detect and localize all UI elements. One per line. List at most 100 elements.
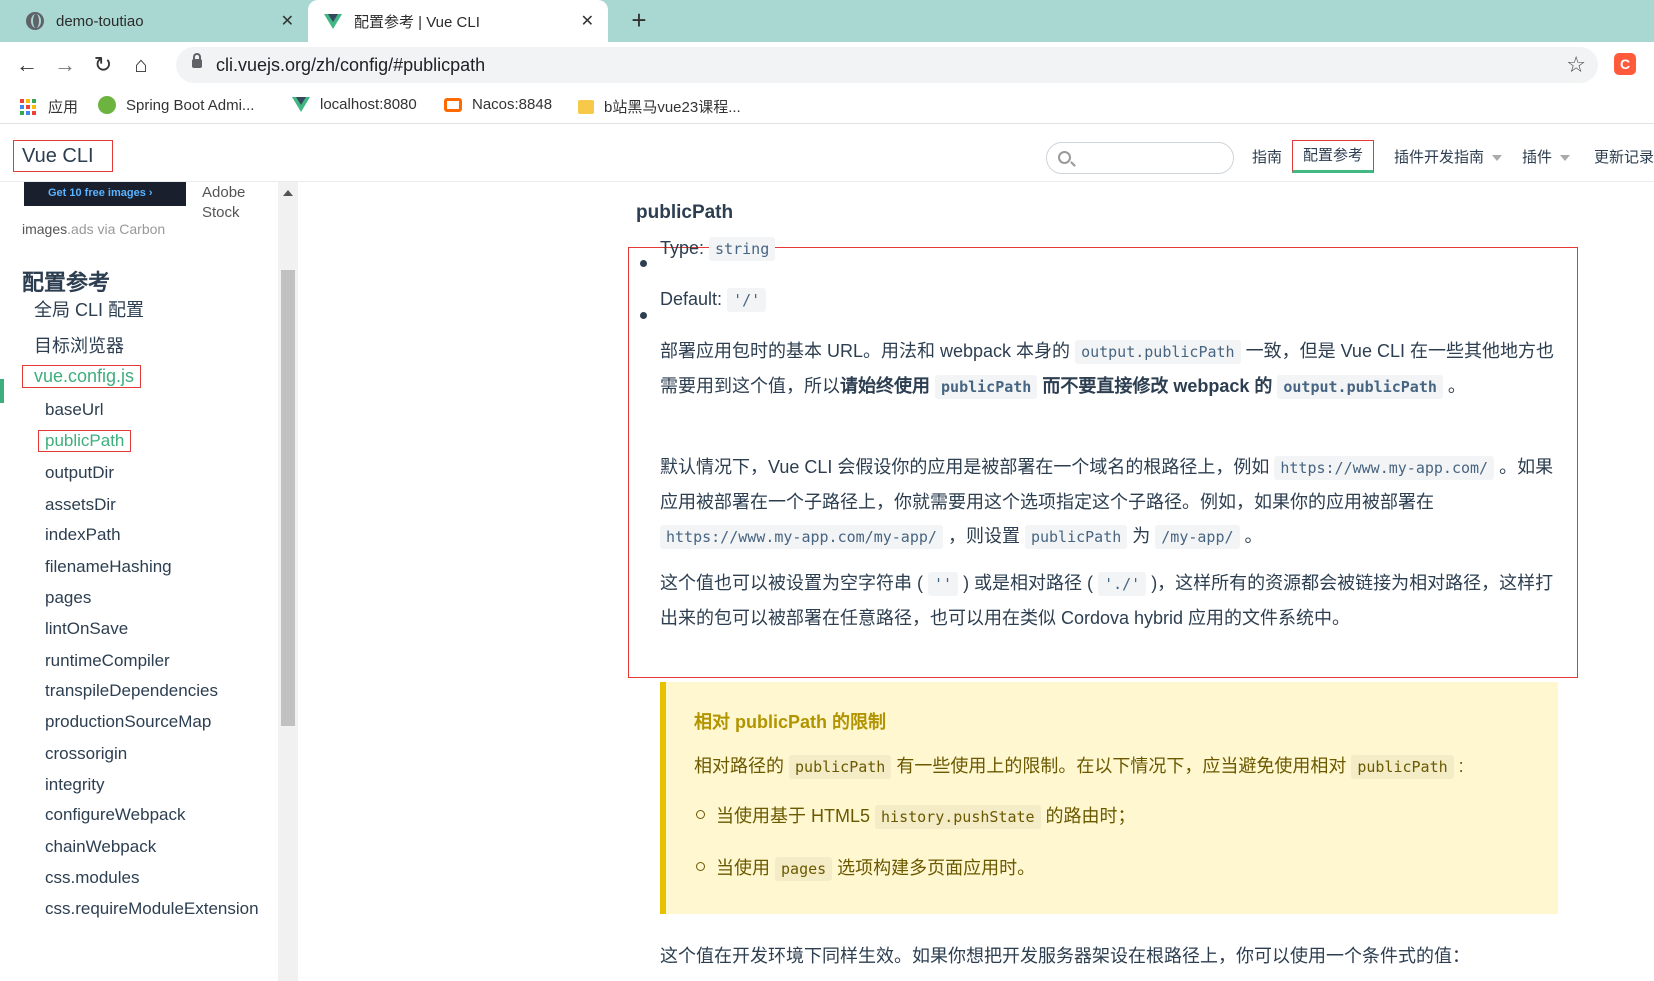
sidebar-item-target-browsers[interactable]: 目标浏览器: [34, 332, 124, 358]
reload-icon[interactable]: ↻: [88, 50, 118, 80]
sidebar-item-publicpath[interactable]: publicPath: [38, 430, 132, 452]
text: 请始终使用: [840, 376, 936, 396]
text: 这个值也可以被设置为空字符串 (: [660, 573, 928, 593]
sidebar-item-crossorigin[interactable]: crossorigin: [45, 744, 127, 764]
text: 为: [1127, 526, 1156, 546]
lock-icon: [192, 53, 202, 68]
browser-tab-bar: demo-toutiao ✕ 配置参考 | Vue CLI ✕ +: [0, 0, 1654, 42]
inline-code: history.pushState: [875, 805, 1041, 829]
sidebar-heading[interactable]: 配置参考: [22, 265, 110, 297]
vue-logo-icon: [292, 97, 310, 112]
sidebar-item-runtimecompiler[interactable]: runtimeCompiler: [45, 651, 170, 671]
browser-tab-demo-toutiao[interactable]: demo-toutiao ✕: [0, 0, 308, 42]
folder-icon: [578, 99, 594, 114]
bullet-icon: [640, 312, 647, 319]
nav-config-reference[interactable]: 配置参考: [1292, 140, 1375, 173]
bookmark-localhost[interactable]: localhost:8080: [292, 96, 417, 113]
inline-code: https://www.my-app.com/: [1274, 456, 1495, 480]
browser-tab-vue-cli[interactable]: 配置参考 | Vue CLI ✕: [308, 0, 608, 42]
inline-code: publicPath: [935, 375, 1038, 399]
tip-list-item: 当使用 pages 选项构建多页面应用时。: [716, 854, 1036, 881]
url-input[interactable]: cli.vuejs.org/zh/config/#publicpath ☆: [176, 47, 1598, 83]
nav-plugin-dev-guide[interactable]: 插件开发指南: [1394, 146, 1503, 167]
bookmarks-bar: 应用 Spring Boot Admi... localhost:8080 Na…: [0, 88, 1654, 124]
sidebar-item-outputdir[interactable]: outputDir: [45, 463, 114, 483]
paragraph-base-url: 部署应用包时的基本 URL。用法和 webpack 本身的 output.pub…: [660, 334, 1560, 404]
sidebar-item-lintonsave[interactable]: lintOnSave: [45, 619, 128, 639]
site-title-link[interactable]: Vue CLI: [13, 140, 113, 172]
bookmark-label: Spring Boot Admi...: [126, 96, 255, 114]
close-icon[interactable]: ✕: [281, 11, 294, 31]
new-tab-button[interactable]: +: [624, 6, 654, 36]
forward-arrow-icon[interactable]: →: [50, 50, 80, 80]
sidebar-item-global-cli-config[interactable]: 全局 CLI 配置: [34, 296, 144, 322]
nav-label: 插件: [1522, 149, 1553, 166]
nav-guide[interactable]: 指南: [1252, 146, 1282, 167]
close-icon[interactable]: ✕: [581, 11, 594, 31]
sidebar-item-chainwebpack[interactable]: chainWebpack: [45, 837, 156, 857]
sidebar-item-css-requiremoduleextension[interactable]: css.requireModuleExtension: [45, 899, 259, 919]
sidebar-item-filenamehashing[interactable]: filenameHashing: [45, 557, 172, 577]
inline-code: './': [1098, 572, 1147, 596]
carbon-ad-text[interactable]: Adobe Stock: [202, 183, 262, 223]
globe-icon: [26, 12, 44, 30]
text: 相对路径的: [694, 756, 790, 776]
inline-code: output.publicPath: [1075, 340, 1241, 364]
home-icon[interactable]: ⌂: [126, 50, 156, 80]
inline-code: '': [928, 572, 959, 596]
bookmark-label: localhost:8080: [320, 96, 417, 113]
scrollbar-thumb[interactable]: [281, 270, 295, 726]
type-item: Type: string: [660, 237, 776, 261]
bookmark-label: Nacos:8848: [472, 96, 553, 113]
chevron-down-icon: [1560, 155, 1571, 162]
bookmark-label: 应用: [48, 99, 79, 116]
type-label: Type:: [660, 238, 705, 258]
ad-via-text: .ads via Carbon: [67, 221, 166, 237]
circle-bullet-icon: [696, 810, 705, 819]
inline-code: https://www.my-app.com/my-app/: [660, 525, 943, 549]
text: :: [1453, 756, 1464, 776]
sidebar-item-css-modules[interactable]: css.modules: [45, 868, 139, 888]
nav-changelog[interactable]: 更新记录: [1594, 146, 1654, 167]
search-input[interactable]: [1046, 142, 1234, 174]
default-item: Default: '/': [660, 288, 767, 312]
default-label: Default:: [660, 289, 723, 309]
sidebar-item-transpiledependencies[interactable]: transpileDependencies: [45, 681, 218, 701]
chevron-down-icon: [1492, 155, 1503, 162]
text: ) 或是相对路径 (: [958, 573, 1099, 593]
bookmark-folder-vue-course[interactable]: b站黑马vue23课程...: [578, 96, 741, 117]
paragraph-default-root: 默认情况下，Vue CLI 会假设你的应用是被部署在一个域名的根路径上，例如 h…: [660, 450, 1560, 554]
tip-paragraph: 相对路径的 publicPath 有一些使用上的限制。在以下情况下，应当避免使用…: [694, 752, 1464, 779]
ad-brand: images: [22, 221, 68, 237]
bookmark-apps[interactable]: 应用: [20, 96, 78, 117]
sidebar-item-pages[interactable]: pages: [45, 588, 91, 608]
bookmark-spring-boot-admin[interactable]: Spring Boot Admi...: [98, 96, 254, 114]
text: 当使用基于 HTML5: [716, 806, 876, 826]
carbon-ad-attribution[interactable]: images.ads via Carbon: [22, 221, 165, 237]
carbon-ad-image[interactable]: Get 10 free images ›: [24, 182, 186, 206]
back-arrow-icon[interactable]: ←: [12, 50, 42, 80]
sidebar-item-indexpath[interactable]: indexPath: [45, 525, 121, 545]
bookmark-label: b站黑马vue23课程...: [604, 99, 741, 116]
sidebar-item-assetsdir[interactable]: assetsDir: [45, 495, 116, 515]
sidebar-item-productionsourcemap[interactable]: productionSourceMap: [45, 712, 211, 732]
apps-grid-icon: [20, 98, 36, 115]
sidebar-item-baseurl[interactable]: baseUrl: [45, 400, 104, 420]
sidebar-scrollbar[interactable]: [278, 182, 298, 981]
inline-code: publicPath: [789, 755, 892, 779]
sidebar-item-integrity[interactable]: integrity: [45, 775, 105, 795]
bookmark-star-icon[interactable]: ☆: [1566, 52, 1586, 78]
circle-bullet-icon: [696, 862, 705, 871]
bookmark-nacos[interactable]: Nacos:8848: [444, 96, 552, 113]
text: 的路由时；: [1040, 806, 1136, 826]
text: 选项构建多页面应用时。: [832, 858, 1036, 878]
type-value: string: [709, 237, 776, 261]
scroll-up-arrow-icon[interactable]: [283, 190, 293, 196]
paragraph-relative-path: 这个值也可以被设置为空字符串 ( '' ) 或是相对路径 ( './' )，这样…: [660, 566, 1560, 635]
nav-plugins[interactable]: 插件: [1522, 146, 1571, 167]
sidebar-item-configurewebpack[interactable]: configureWebpack: [45, 805, 186, 825]
sidebar-item-vue-config-js[interactable]: vue.config.js: [22, 365, 142, 388]
text: 当使用: [716, 858, 776, 878]
extension-icon[interactable]: C: [1614, 53, 1636, 75]
tip-title: 相对 publicPath 的限制: [694, 712, 887, 732]
